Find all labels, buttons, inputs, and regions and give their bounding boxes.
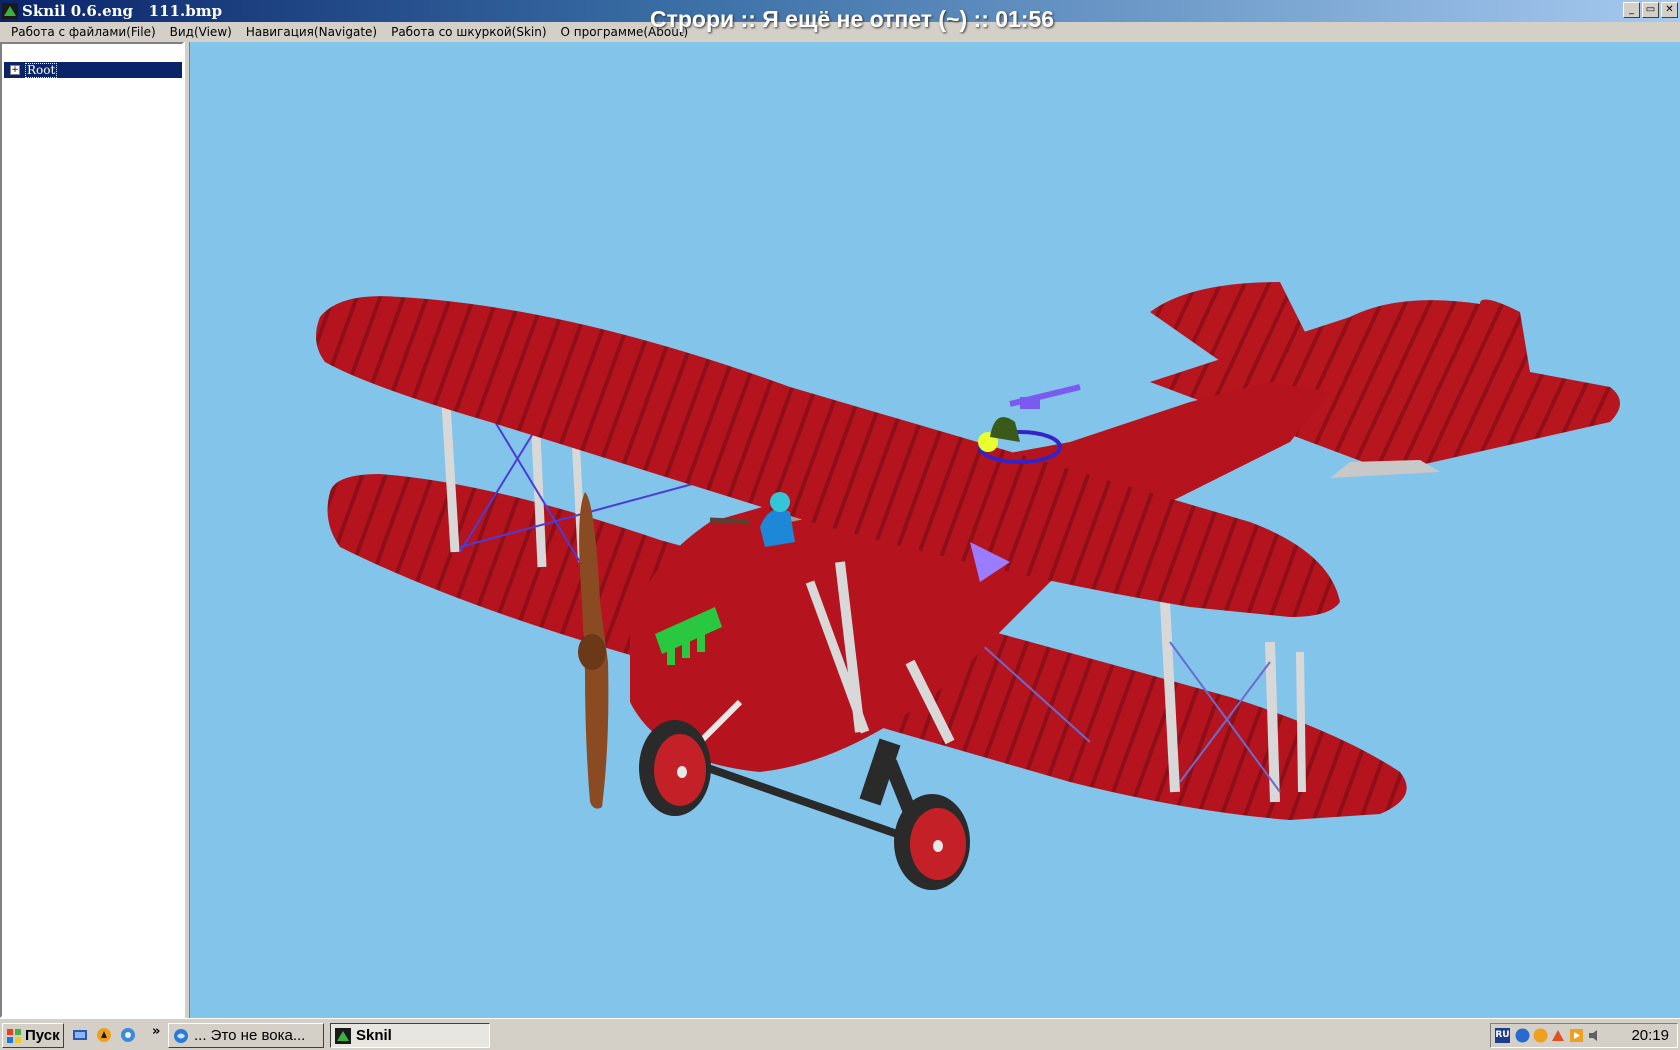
clock[interactable]: 20:19	[1631, 1027, 1669, 1044]
media-tray-icon[interactable]	[1569, 1028, 1584, 1043]
window-title: Sknil 0.6.eng 111.bmp	[22, 2, 223, 20]
3d-viewport[interactable]	[190, 42, 1680, 1018]
taskbar-button-sknil[interactable]: Sknil	[330, 1023, 490, 1048]
media-player-icon[interactable]	[96, 1027, 112, 1043]
volume-tray-icon[interactable]	[1587, 1028, 1602, 1043]
taskbar-button-browser[interactable]: ... Это не вока...	[168, 1023, 324, 1048]
menu-navigate[interactable]: Навигация(Navigate)	[239, 25, 384, 39]
task-label: Sknil	[356, 1027, 392, 1044]
tree-item-label: Root	[25, 62, 58, 78]
system-tray: RU 20:19	[1490, 1023, 1678, 1048]
sknil-app-icon	[2, 3, 18, 19]
network-tray-icon[interactable]	[1515, 1028, 1530, 1043]
start-label: Пуск	[25, 1027, 60, 1044]
menu-view[interactable]: Вид(View)	[163, 25, 239, 39]
quicklaunch-chevron[interactable]: »	[152, 1024, 160, 1039]
taskbar: Пуск » ... Это не вока... Sknil RU 20:19	[0, 1018, 1680, 1050]
close-button[interactable]: ✕	[1661, 2, 1678, 18]
language-indicator[interactable]: RU	[1495, 1028, 1510, 1043]
windows-logo-icon	[7, 1028, 21, 1043]
task-label: ... Это не вока...	[194, 1027, 306, 1044]
player-tray-icon[interactable]	[1533, 1028, 1548, 1043]
tree-panel[interactable]: + Root	[0, 42, 184, 1018]
flash-tray-icon[interactable]	[1551, 1028, 1566, 1043]
tree-expand-icon[interactable]: +	[10, 65, 20, 75]
minimize-button[interactable]: _	[1623, 2, 1640, 18]
sknil-window-icon	[335, 1027, 351, 1044]
biplane-model	[316, 282, 1620, 890]
tree-item-root[interactable]: + Root	[4, 62, 182, 78]
show-desktop-icon[interactable]	[72, 1027, 88, 1043]
maximize-button[interactable]: ▭	[1642, 2, 1659, 18]
browser-icon[interactable]	[120, 1027, 136, 1043]
menu-skin[interactable]: Работа со шкуркой(Skin)	[384, 25, 553, 39]
browser-window-icon	[174, 1028, 188, 1043]
start-button[interactable]: Пуск	[2, 1023, 64, 1048]
now-playing-overlay: Строри :: Я ещё не отпет (~) :: 01:56	[650, 6, 1055, 32]
menu-file[interactable]: Работа с файлами(File)	[4, 25, 163, 39]
